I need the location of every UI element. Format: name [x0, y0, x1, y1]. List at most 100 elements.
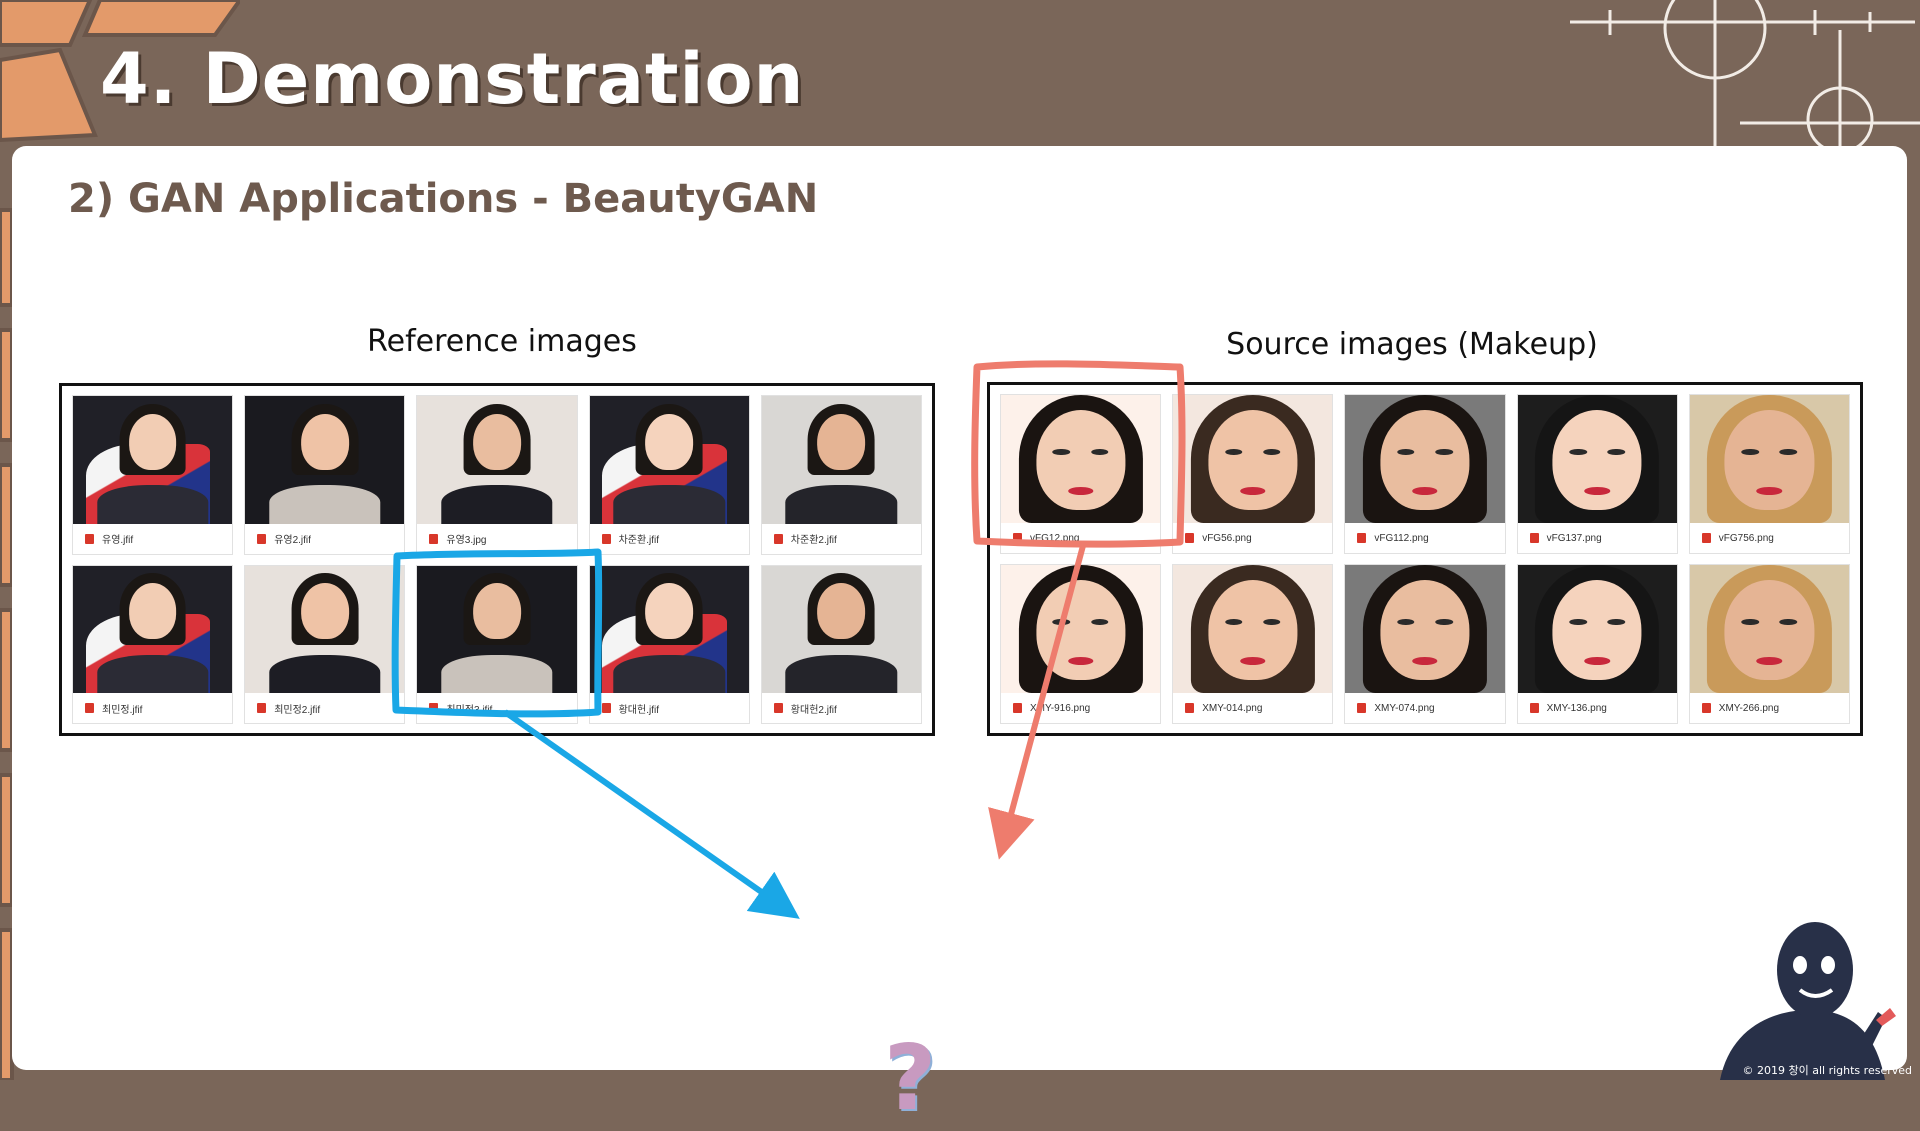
file-name-label: XMY-014.png: [1202, 702, 1263, 714]
source-image-card[interactable]: vFG56.png: [1172, 394, 1334, 554]
slide-title: 4. Demonstration: [100, 38, 805, 120]
source-photo-thumbnail: [1001, 395, 1161, 523]
image-file-icon: [429, 703, 439, 713]
source-photo-thumbnail: [1345, 565, 1505, 693]
image-file-icon: [1185, 533, 1195, 543]
file-name-caption: 차준환.jfif: [589, 523, 749, 554]
image-file-icon: [1529, 703, 1539, 713]
source-photo-thumbnail: [1001, 565, 1161, 693]
image-file-icon: [1013, 533, 1022, 543]
image-file-icon: [257, 533, 267, 544]
reference-photo-thumbnail: [417, 396, 577, 524]
source-image-card[interactable]: XMY-136.png: [1516, 564, 1678, 724]
image-file-icon: [601, 703, 611, 713]
file-name-caption: 유영2.jfif: [245, 523, 405, 554]
reference-image-card[interactable]: 최민정.jfif: [72, 564, 234, 724]
file-name-caption: vFG112.png: [1345, 523, 1505, 553]
crosshair-decoration: [1570, 0, 1920, 150]
source-photo-thumbnail: [1689, 565, 1849, 693]
reference-image-card[interactable]: 최민정3.jfif: [416, 564, 578, 724]
file-name-caption: 황대헌2.jfif: [761, 693, 921, 723]
source-photo-thumbnail: [1173, 395, 1333, 523]
file-name-caption: XMY-136.png: [1517, 693, 1677, 723]
file-name-label: XMY-916.png: [1030, 702, 1091, 714]
source-image-card[interactable]: vFG112.png: [1344, 394, 1506, 554]
file-name-caption: vFG137.png: [1517, 523, 1677, 553]
reference-photo-thumbnail: [73, 565, 233, 693]
reference-image-card[interactable]: 황대헌2.jfif: [760, 564, 922, 724]
question-mark: ?: [884, 1026, 937, 1131]
file-name-label: XMY-074.png: [1374, 702, 1435, 714]
file-name-label: 유영3.jpg: [446, 535, 487, 546]
image-file-icon: [1357, 703, 1367, 713]
reference-photo-thumbnail: [245, 396, 405, 524]
copyright-text: © 2019 창이 all rights reserved: [1742, 1064, 1912, 1077]
file-name-caption: 유영.jfif: [73, 523, 233, 554]
image-file-icon: [773, 533, 783, 544]
source-photo-thumbnail: [1517, 565, 1677, 693]
file-name-caption: vFG56.png: [1173, 523, 1333, 553]
image-file-icon: [85, 533, 94, 544]
source-photo-thumbnail: [1689, 395, 1849, 523]
reference-photo-thumbnail: [589, 396, 749, 524]
file-name-label: vFG137.png: [1546, 532, 1602, 544]
file-name-label: vFG112.png: [1374, 532, 1429, 544]
source-photo-thumbnail: [1517, 395, 1677, 523]
reference-image-card[interactable]: 유영3.jpg: [416, 395, 578, 555]
file-name-caption: XMY-916.png: [1001, 693, 1161, 723]
reference-label: Reference images: [367, 324, 637, 359]
file-name-label: XMY-136.png: [1546, 702, 1607, 714]
reference-image-card[interactable]: 차준환.jfif: [588, 395, 750, 555]
reference-image-card[interactable]: 유영.jfif: [72, 395, 234, 555]
source-image-card[interactable]: XMY-014.png: [1172, 564, 1334, 724]
image-file-icon: [85, 703, 94, 713]
file-name-caption: 황대헌.jfif: [589, 693, 749, 723]
image-file-icon: [773, 703, 783, 713]
file-name-label: 차준환.jfif: [618, 535, 659, 546]
reference-photo-thumbnail: [73, 396, 233, 524]
content-panel: 2) GAN Applications - BeautyGAN Referenc…: [12, 146, 1907, 1131]
reference-photo-thumbnail: [245, 565, 405, 693]
source-image-card[interactable]: XMY-074.png: [1344, 564, 1506, 724]
file-name-label: 황대헌2.jfif: [790, 704, 837, 716]
reference-image-card[interactable]: 최민정2.jfif: [244, 564, 406, 724]
reference-image-card[interactable]: 유영2.jfif: [244, 395, 406, 555]
file-name-caption: 최민정2.jfif: [245, 693, 405, 723]
file-name-caption: 유영3.jpg: [417, 523, 577, 554]
reference-image-grid: 유영.jfif 유영2.jfif 유영3.jpg 차준환.jfif 차준환2.jfif 최…: [59, 383, 935, 736]
file-name-caption: XMY-266.png: [1689, 693, 1849, 723]
source-image-card[interactable]: vFG12.png: [1000, 394, 1162, 554]
image-file-icon: [429, 533, 439, 544]
slide-subtitle: 2) GAN Applications - BeautyGAN: [68, 176, 819, 222]
image-file-icon: [257, 703, 267, 713]
image-file-icon: [1529, 533, 1539, 543]
image-file-icon: [1013, 703, 1022, 713]
file-name-label: 최민정3.jfif: [446, 704, 493, 716]
image-file-icon: [1701, 703, 1711, 713]
reference-image-card[interactable]: 황대헌.jfif: [588, 564, 750, 724]
source-photo-thumbnail: [1345, 395, 1505, 523]
mascot-illustration: [1720, 922, 1896, 1080]
source-image-card[interactable]: XMY-266.png: [1688, 564, 1850, 724]
file-name-label: 유영2.jfif: [274, 535, 311, 546]
file-name-caption: 최민정.jfif: [73, 693, 233, 723]
file-name-label: 최민정.jfif: [102, 704, 143, 716]
source-image-card[interactable]: XMY-916.png: [1000, 564, 1162, 724]
file-name-caption: vFG756.png: [1689, 523, 1849, 553]
image-file-icon: [1357, 533, 1367, 543]
reference-image-card[interactable]: 차준환2.jfif: [760, 395, 922, 555]
source-label: Source images (Makeup): [1226, 327, 1598, 362]
file-name-label: 차준환2.jfif: [790, 535, 837, 546]
source-image-grid: vFG12.png vFG56.png vFG112.png vFG137.png vF…: [987, 382, 1863, 736]
source-image-card[interactable]: vFG137.png: [1516, 394, 1678, 554]
file-name-label: vFG56.png: [1202, 532, 1252, 544]
file-name-caption: 차준환2.jfif: [761, 523, 921, 554]
reference-photo-thumbnail: [589, 565, 749, 693]
reference-photo-thumbnail: [761, 565, 921, 693]
file-name-label: 유영.jfif: [102, 535, 134, 546]
file-name-label: vFG756.png: [1718, 532, 1774, 544]
file-name-caption: vFG12.png: [1001, 523, 1161, 553]
image-file-icon: [1185, 703, 1195, 713]
source-image-card[interactable]: vFG756.png: [1688, 394, 1850, 554]
file-name-label: 황대헌.jfif: [618, 704, 659, 716]
